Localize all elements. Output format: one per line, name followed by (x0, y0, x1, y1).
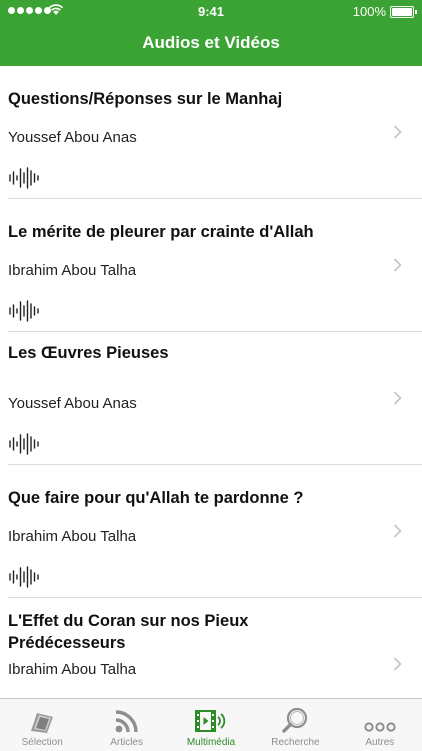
item-author: Youssef Abou Anas (8, 129, 137, 146)
audio-wave-icon (9, 167, 39, 189)
chevron-right-icon (393, 657, 402, 671)
audio-wave-icon (9, 566, 39, 588)
media-list[interactable]: Questions/Réponses sur le Manhaj Youssef… (0, 66, 422, 698)
audio-wave-icon (9, 300, 39, 322)
more-icon (364, 722, 396, 732)
tab-label: Articles (110, 737, 143, 748)
list-item[interactable]: Que faire pour qu'Allah te pardonne ? Ib… (8, 465, 422, 598)
multimedia-icon (195, 710, 226, 732)
tab-label: Autres (365, 737, 395, 748)
item-author: Youssef Abou Anas (8, 395, 137, 412)
item-title: Questions/Réponses sur le Manhaj (8, 90, 283, 108)
tab-multimedia[interactable]: Multimédia (169, 699, 253, 751)
item-title: L'Effet du Coran sur nos Pieux Prédécess… (8, 612, 249, 652)
item-author: Ibrahim Abou Talha (8, 661, 137, 678)
tab-recherche[interactable]: Recherche (253, 699, 337, 751)
battery-percent: 100% (352, 4, 386, 19)
chevron-right-icon (393, 125, 402, 139)
list-item[interactable]: Le mérite de pleurer par crainte d'Allah… (8, 199, 422, 332)
item-title: Le mérite de pleurer par crainte d'Allah (8, 223, 314, 241)
rss-icon (115, 710, 138, 733)
item-title: Que faire pour qu'Allah te pardonne ? (8, 489, 304, 507)
tab-label: Recherche (271, 737, 320, 748)
tab-articles[interactable]: Articles (84, 699, 168, 751)
tab-label: Sélection (21, 737, 63, 748)
list-item[interactable]: L'Effet du Coran sur nos Pieux Prédécess… (8, 598, 422, 698)
item-title: Les Œuvres Pieuses (8, 344, 169, 362)
tab-bar: Sélection Articles Multimédia Recherche … (0, 698, 422, 751)
item-author: Ibrahim Abou Talha (8, 262, 137, 279)
chevron-right-icon (393, 258, 402, 272)
list-item[interactable]: Questions/Réponses sur le Manhaj Youssef… (8, 66, 422, 199)
list-item[interactable]: Les Œuvres Pieuses Youssef Abou Anas (8, 332, 422, 465)
selection-icon (31, 713, 54, 733)
audio-wave-icon (9, 433, 39, 455)
status-bar: 9:41 100% (0, 0, 422, 22)
tab-label: Multimédia (186, 737, 236, 748)
chevron-right-icon (393, 524, 402, 538)
page-title: Audios et Vidéos (142, 33, 280, 52)
tab-autres[interactable]: Autres (338, 699, 422, 751)
battery-icon (390, 6, 417, 18)
tab-selection[interactable]: Sélection (0, 699, 84, 751)
chevron-right-icon (393, 391, 402, 405)
item-author: Ibrahim Abou Talha (8, 528, 137, 545)
search-icon (282, 707, 308, 733)
